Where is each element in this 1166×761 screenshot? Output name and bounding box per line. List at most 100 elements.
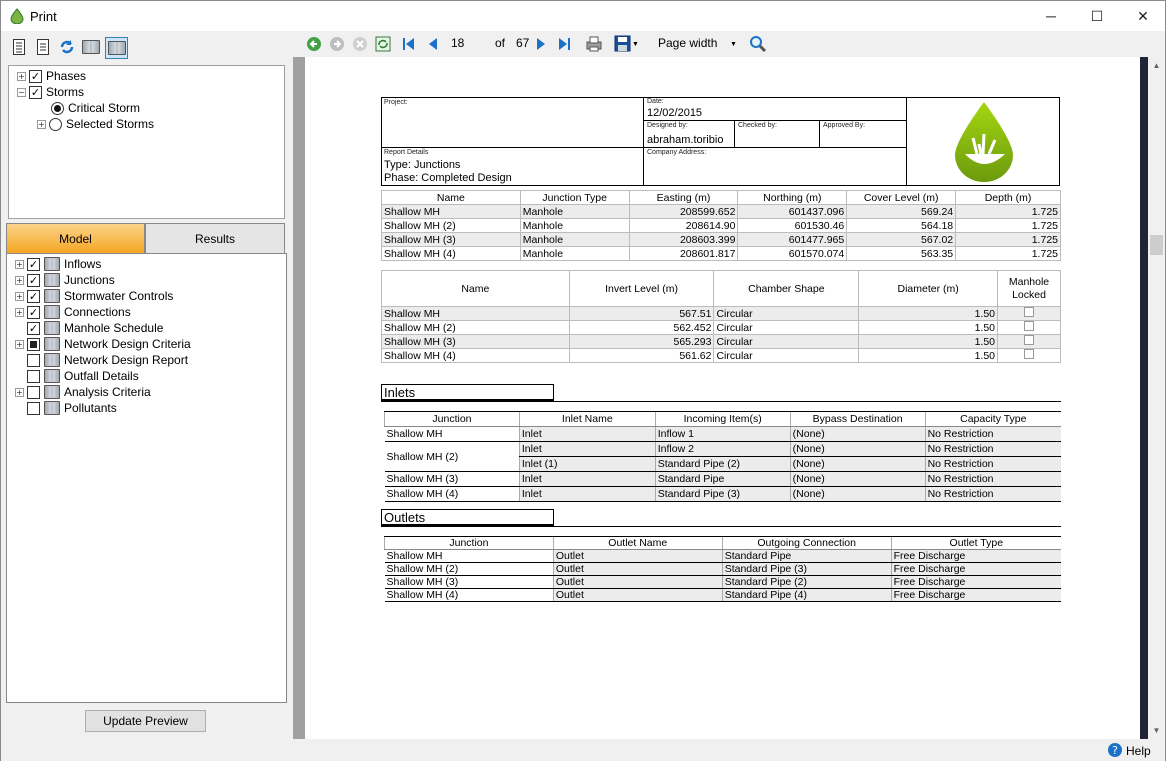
zoom-dropdown-icon[interactable]: ▼	[730, 41, 737, 48]
tree-item-connections[interactable]: + ✓ Connections	[15, 304, 131, 320]
tree-item-manhole-schedule[interactable]: ✓ Manhole Schedule	[15, 320, 163, 336]
checkbox-checked-icon[interactable]: ✓	[27, 273, 40, 287]
expand-icon[interactable]: +	[15, 275, 24, 285]
single-page-icon[interactable]	[9, 37, 29, 57]
table-row: Shallow MH (2) Inlet Inflow 2 (None) No Rest…	[384, 441, 1061, 472]
next-page-icon[interactable]	[534, 37, 548, 51]
checkbox-checked-icon[interactable]: ✓	[27, 305, 40, 319]
print-icon[interactable]	[585, 35, 603, 53]
expand-icon[interactable]: +	[37, 119, 46, 129]
tree-item-analysis-criteria[interactable]: + Analysis Criteria	[15, 384, 151, 400]
back-icon[interactable]	[306, 36, 322, 52]
stop-icon[interactable]	[352, 36, 368, 52]
svg-text:?: ?	[1112, 744, 1118, 757]
approved-box: Approved By:	[819, 120, 907, 148]
scroll-down-icon[interactable]: ▼	[1148, 722, 1165, 739]
table-row: Shallow MH (4) Manhole 208601.817 601570.07…	[381, 246, 1061, 261]
tree-item-pollutants[interactable]: Pollutants	[15, 400, 117, 416]
table-cell: Standard Pipe (2)	[654, 456, 791, 472]
update-preview-button[interactable]: Update Preview	[85, 710, 206, 732]
table-cell: 1.725	[955, 204, 1061, 219]
tree-item-storms[interactable]: − ✓ Storms	[17, 84, 84, 100]
header-row: Junction Outlet Name Outgoing Connection Ou…	[384, 536, 1061, 550]
close-button[interactable]: ✕	[1120, 1, 1166, 31]
expand-icon[interactable]	[15, 404, 24, 413]
expand-icon[interactable]: +	[15, 339, 24, 349]
expand-icon[interactable]: +	[15, 387, 24, 397]
scroll-up-icon[interactable]: ▲	[1148, 57, 1165, 74]
tree-item-inflows[interactable]: + ✓ Inflows	[15, 256, 101, 272]
expand-icon[interactable]: +	[15, 291, 24, 301]
book-icon	[44, 353, 60, 367]
column-header: Cover Level (m)	[846, 190, 957, 205]
radio-selected-icon[interactable]	[51, 101, 64, 115]
tree-item-critical-storm[interactable]: Critical Storm	[51, 100, 140, 116]
checkbox-icon[interactable]	[27, 385, 40, 399]
checkbox-checked-icon[interactable]: ✓	[27, 321, 40, 335]
phases-tree: + ✓ Phases − ✓ Storms Critical Storm + Select…	[8, 65, 285, 219]
table-cell: Standard Pipe	[721, 549, 892, 563]
radio-icon[interactable]	[49, 117, 62, 131]
table-cell: 1.50	[858, 348, 999, 363]
checkbox-checked-icon[interactable]: ✓	[27, 289, 40, 303]
forward-icon[interactable]	[329, 36, 345, 52]
table-cell: Circular	[713, 348, 860, 363]
table-cell: 1.50	[858, 320, 999, 335]
expand-icon[interactable]	[15, 372, 24, 381]
table-cell: (None)	[789, 471, 926, 487]
table-cell: Shallow MH (4)	[384, 486, 520, 502]
checkbox-partial-icon[interactable]	[27, 337, 40, 351]
tree-item-network-design-report[interactable]: Network Design Report	[15, 352, 188, 368]
checkbox-icon[interactable]	[27, 353, 40, 367]
expand-icon[interactable]	[15, 356, 24, 365]
checkbox-checked-icon[interactable]: ✓	[29, 85, 42, 99]
table-cell: Inlet	[518, 471, 656, 487]
save-icon[interactable]	[614, 35, 632, 53]
expand-icon[interactable]: +	[15, 259, 24, 269]
save-dropdown-icon[interactable]: ▼	[632, 41, 639, 48]
open-book-icon[interactable]	[105, 37, 128, 59]
tree-item-phases[interactable]: + ✓ Phases	[17, 68, 86, 84]
table-cell: Outlet	[552, 549, 723, 563]
table-cell: Standard Pipe (4)	[721, 588, 892, 602]
minimize-button[interactable]: ─	[1028, 1, 1074, 31]
app-drop-icon	[10, 8, 24, 24]
vertical-scrollbar[interactable]: ▲ ▼	[1148, 57, 1165, 739]
tab-results[interactable]: Results	[145, 223, 285, 254]
find-icon[interactable]	[749, 35, 767, 53]
previous-page-icon[interactable]	[426, 37, 440, 51]
expand-icon[interactable]: +	[15, 307, 24, 317]
tree-item-network-design-criteria[interactable]: + Network Design Criteria	[15, 336, 191, 352]
column-header: Manhole Locked	[997, 270, 1061, 307]
table-cell: Shallow MH (4)	[381, 246, 521, 261]
page-number-input[interactable]: 18	[451, 36, 464, 50]
checkbox-checked-icon[interactable]: ✓	[27, 257, 40, 271]
image-book-icon[interactable]	[81, 37, 101, 57]
tree-label: Selected Storms	[66, 117, 155, 131]
checkbox-icon[interactable]	[27, 401, 40, 415]
checkbox-icon	[1024, 349, 1034, 359]
table-cell: Manhole	[519, 218, 630, 233]
table-cell: Shallow MH (4)	[381, 348, 570, 363]
tree-item-outfall-details[interactable]: Outfall Details	[15, 368, 139, 384]
help-icon[interactable]: ?	[1107, 742, 1123, 758]
refresh-page-icon[interactable]	[375, 36, 391, 52]
tree-item-stormwater-controls[interactable]: + ✓ Stormwater Controls	[15, 288, 173, 304]
first-page-icon[interactable]	[402, 37, 416, 51]
table-row: Shallow MH (4) Inlet Standard Pipe (3) (Non…	[384, 486, 1061, 502]
last-page-icon[interactable]	[557, 37, 571, 51]
tab-model[interactable]: Model	[6, 223, 145, 254]
maximize-button[interactable]: ☐	[1074, 1, 1120, 31]
checkbox-icon[interactable]	[27, 369, 40, 383]
scroll-thumb[interactable]	[1150, 235, 1163, 255]
tree-item-selected-storms[interactable]: + Selected Storms	[37, 116, 154, 132]
zoom-select[interactable]: Page width	[658, 36, 717, 50]
refresh-icon[interactable]	[57, 37, 77, 57]
help-link[interactable]: Help	[1126, 744, 1151, 758]
checkbox-checked-icon[interactable]: ✓	[29, 69, 42, 83]
tree-item-junctions[interactable]: + ✓ Junctions	[15, 272, 115, 288]
expand-icon[interactable]	[15, 324, 24, 333]
report-icon[interactable]	[33, 37, 53, 57]
expand-icon[interactable]: +	[17, 71, 26, 81]
collapse-icon[interactable]: −	[17, 87, 26, 97]
